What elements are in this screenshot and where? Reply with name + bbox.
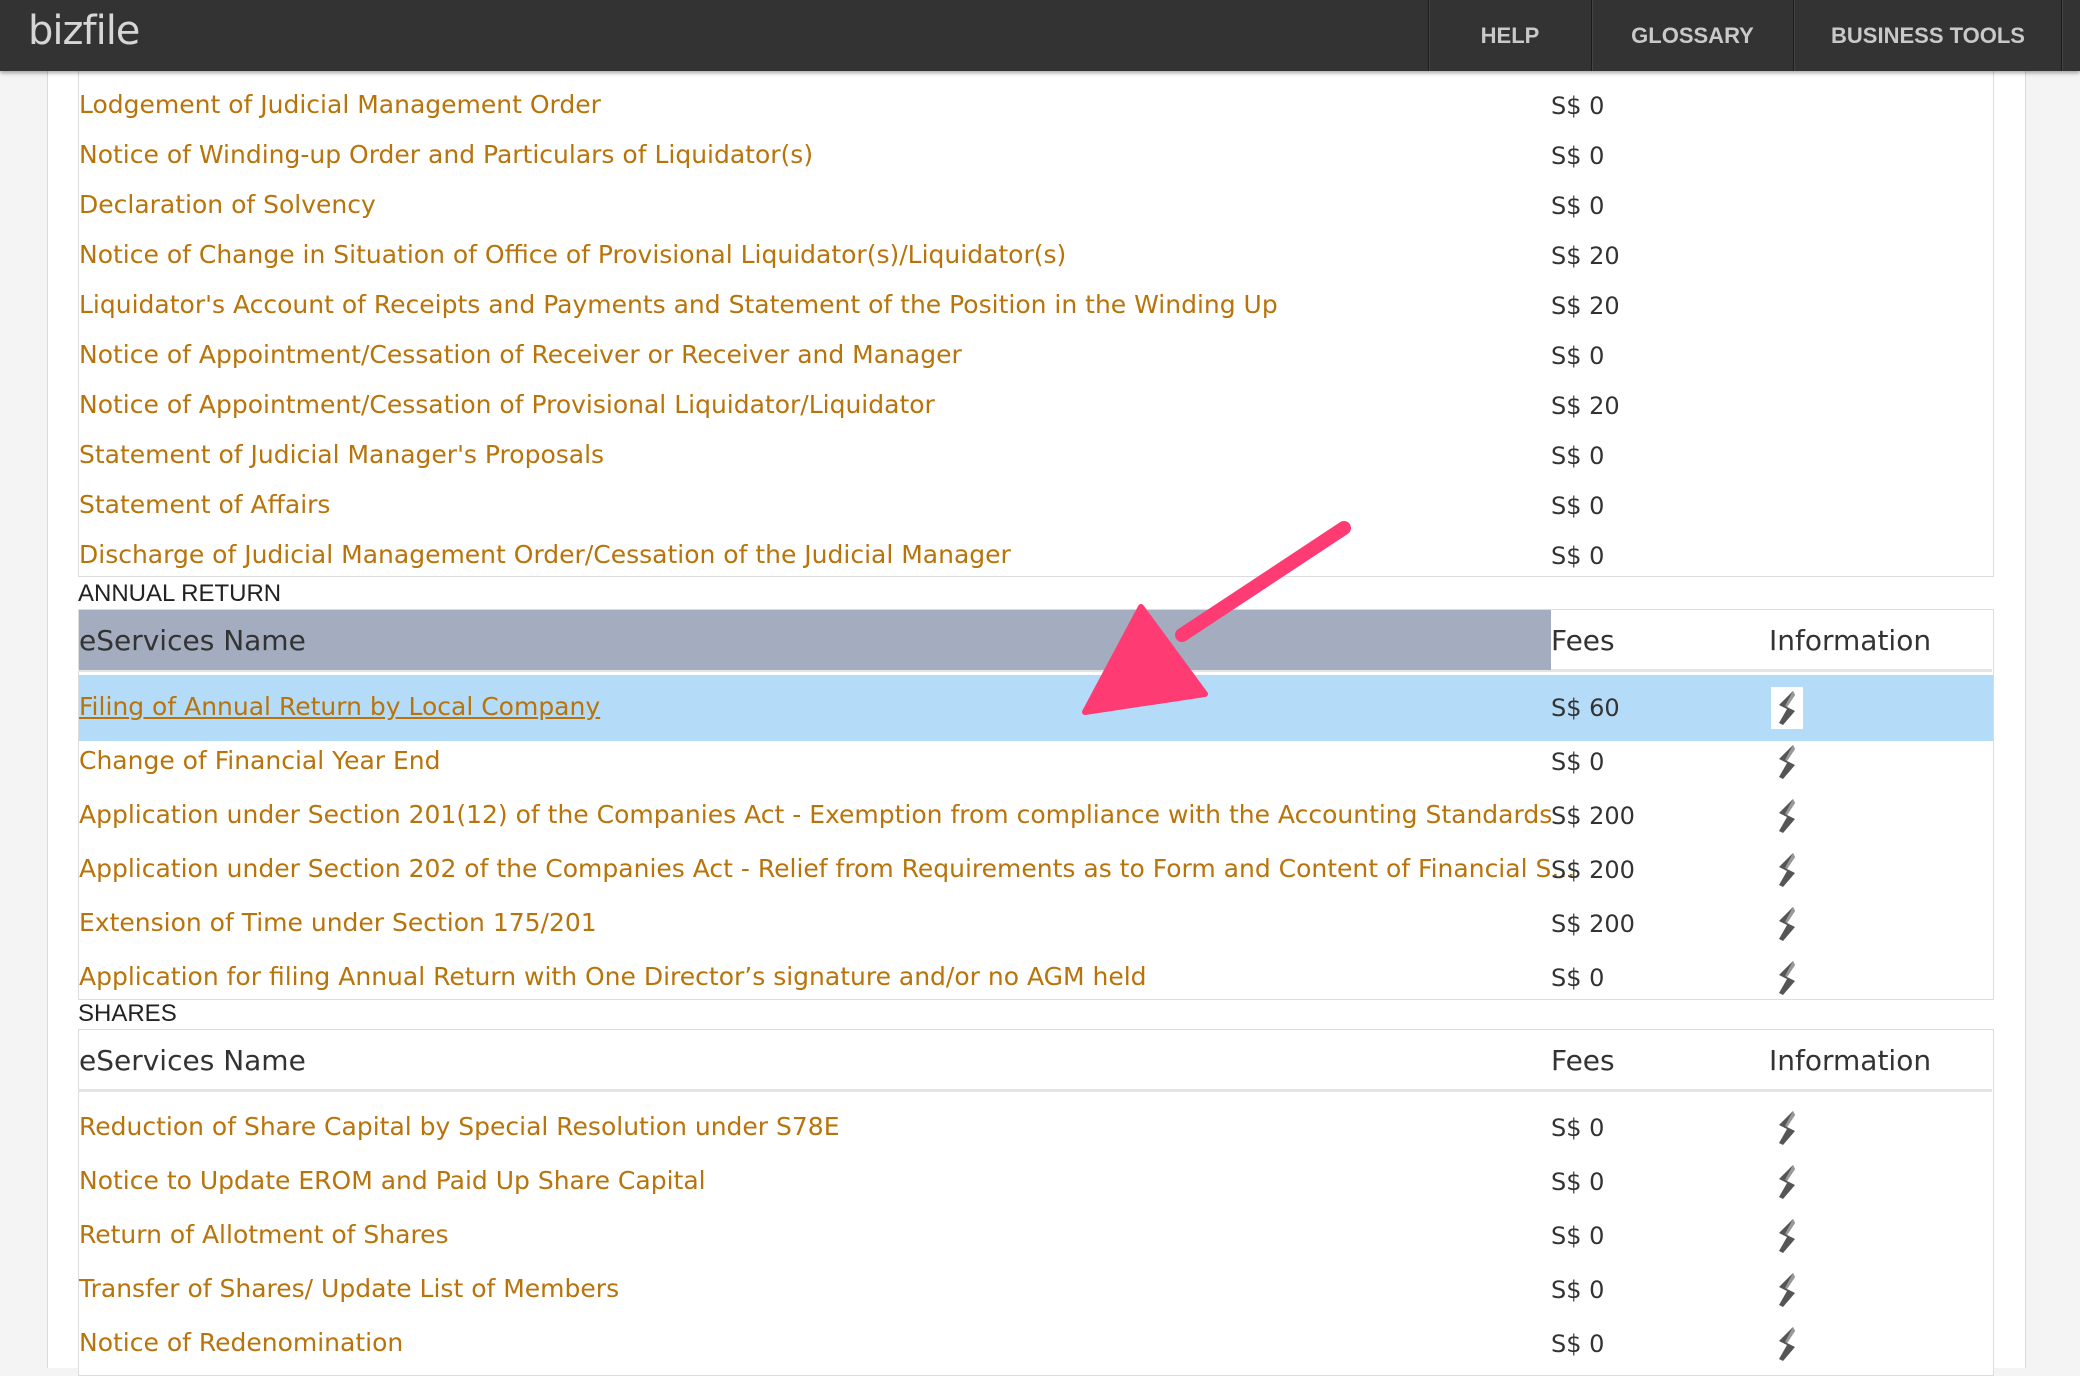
bizfile-logo[interactable]: bizfile [28, 8, 140, 54]
eservice-fee: S$ 0 [1551, 142, 1605, 170]
nav-glossary[interactable]: GLOSSARY [1591, 0, 1793, 71]
eservice-link[interactable]: Extension of Time under Section 175/201 [79, 908, 597, 937]
eservice-fee: S$ 20 [1551, 292, 1620, 320]
eservice-fee: S$ 20 [1551, 242, 1620, 270]
eservice-link[interactable]: Lodgement of Judicial Management Order [79, 90, 601, 119]
eservice-fee: S$ 0 [1551, 442, 1605, 470]
column-header-information[interactable]: Information [1769, 1030, 1931, 1090]
eservice-link[interactable]: Transfer of Shares/ Update List of Membe… [79, 1274, 619, 1303]
eservice-link[interactable]: Application under Section 202 of the Com… [79, 854, 1575, 883]
eservice-link[interactable]: Discharge of Judicial Management Order/C… [79, 540, 1011, 569]
column-header-eservices-name[interactable]: eServices Name [79, 610, 306, 670]
eservice-link[interactable]: Reduction of Share Capital by Special Re… [79, 1112, 840, 1141]
eservice-fee: S$ 0 [1551, 342, 1605, 370]
nav-business-tools[interactable]: BUSINESS TOOLS [1793, 0, 2062, 71]
eservice-fee: S$ 200 [1551, 856, 1635, 884]
eservice-link[interactable]: Declaration of Solvency [79, 190, 376, 219]
information-icon[interactable] [1771, 957, 1803, 999]
eservice-link[interactable]: Notice of Winding-up Order and Particula… [79, 140, 813, 169]
shares-table-header [78, 1029, 1992, 1092]
eservice-fee: S$ 0 [1551, 1330, 1605, 1358]
information-icon[interactable] [1771, 903, 1803, 945]
section-title-shares: SHARES [78, 1000, 177, 1027]
eservice-fee: S$ 200 [1551, 910, 1635, 938]
eservice-fee: S$ 200 [1551, 802, 1635, 830]
eservice-fee: S$ 20 [1551, 392, 1620, 420]
column-header-eservices-name[interactable]: eServices Name [79, 1030, 306, 1090]
eservice-link[interactable]: Liquidator's Account of Receipts and Pay… [79, 290, 1278, 319]
section-title-annual-return: ANNUAL RETURN [78, 580, 282, 607]
eservice-link[interactable]: Application for filing Annual Return wit… [79, 962, 1147, 991]
eservice-fee: S$ 0 [1551, 192, 1605, 220]
nav-help[interactable]: HELP [1428, 0, 1591, 71]
information-icon[interactable] [1771, 1323, 1803, 1365]
eservice-link[interactable]: Statement of Affairs [79, 490, 330, 519]
eservice-fee: S$ 0 [1551, 1114, 1605, 1142]
eservice-link[interactable]: Application under Section 201(12) of the… [79, 800, 1552, 829]
eservice-fee: S$ 0 [1551, 1168, 1605, 1196]
eservice-fee: S$ 0 [1551, 748, 1605, 776]
eservice-link[interactable]: Change of Financial Year End [79, 746, 441, 775]
eservice-fee: S$ 0 [1551, 92, 1605, 120]
eservice-fee: S$ 0 [1551, 542, 1605, 570]
top-navigation-bar: bizfile HELP GLOSSARY BUSINESS TOOLS [0, 0, 2080, 71]
eservice-link[interactable]: Statement of Judicial Manager's Proposal… [79, 440, 604, 469]
eservice-link[interactable]: Notice to Update EROM and Paid Up Share … [79, 1166, 706, 1195]
eservice-fee: S$ 0 [1551, 1222, 1605, 1250]
information-icon[interactable] [1771, 849, 1803, 891]
nav-divider [2061, 0, 2080, 71]
information-icon[interactable] [1771, 1107, 1803, 1149]
information-icon[interactable] [1771, 1161, 1803, 1203]
eservice-fee: S$ 60 [1551, 694, 1620, 722]
eservice-fee: S$ 0 [1551, 492, 1605, 520]
eservice-link[interactable]: Return of Allotment of Shares [79, 1220, 449, 1249]
eservice-link[interactable]: Notice of Appointment/Cessation of Recei… [79, 340, 962, 369]
eservices-listing: Lodgement of Judicial Management Order S… [0, 0, 2080, 1376]
column-header-information[interactable]: Information [1769, 610, 1931, 670]
eservice-link-annual-return[interactable]: Filing of Annual Return by Local Company [79, 692, 600, 721]
eservice-fee: S$ 0 [1551, 1276, 1605, 1304]
eservice-link[interactable]: Notice of Change in Situation of Office … [79, 240, 1066, 269]
information-icon[interactable] [1771, 1269, 1803, 1311]
information-icon[interactable] [1771, 1215, 1803, 1257]
information-icon[interactable] [1771, 795, 1803, 837]
column-header-fees[interactable]: Fees [1551, 610, 1615, 670]
column-header-fees[interactable]: Fees [1551, 1030, 1615, 1090]
eservice-link[interactable]: Notice of Appointment/Cessation of Provi… [79, 390, 935, 419]
eservice-link[interactable]: Notice of Redenomination [79, 1328, 403, 1357]
information-icon[interactable] [1771, 687, 1803, 729]
information-icon[interactable] [1771, 741, 1803, 783]
eservice-fee: S$ 0 [1551, 964, 1605, 992]
